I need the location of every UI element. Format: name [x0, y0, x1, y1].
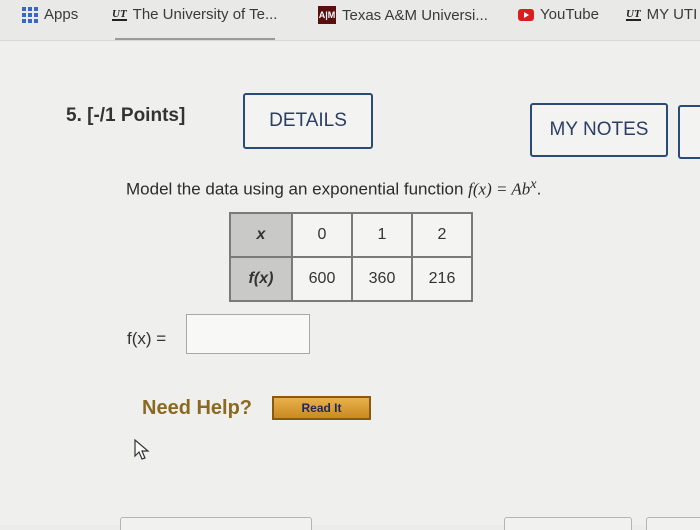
bookmark-my-uti[interactable]: UT MY UTI — [626, 6, 697, 23]
bookmark-youtube[interactable]: YouTube — [518, 6, 599, 23]
need-help-label: Need Help? — [142, 397, 253, 419]
question-number: 5. [-/1 Points] — [66, 105, 186, 126]
tamu-logo-icon: A|M — [318, 6, 336, 24]
table-cell: 216 — [411, 256, 473, 302]
table-cell: 1 — [351, 212, 413, 258]
table-row: f(x) 600 360 216 — [229, 256, 473, 302]
ut-logo-icon: UT — [112, 7, 127, 21]
answer-label: f(x) = — [127, 329, 167, 348]
apps-grid-icon — [22, 6, 38, 23]
prompt-end: . — [536, 179, 542, 199]
bottom-element-partial — [120, 517, 312, 530]
bookmark-label: YouTube — [540, 6, 599, 23]
data-table: x 0 1 2 f(x) 600 360 216 — [229, 212, 473, 302]
youtube-icon — [518, 8, 534, 21]
bookmark-hover-underline — [115, 38, 275, 40]
table-cell: 2 — [411, 212, 473, 258]
prompt-formula: f(x) = Ab — [468, 179, 531, 199]
question-prompt: Model the data using an exponential func… — [126, 176, 541, 200]
next-button-partial[interactable] — [678, 105, 700, 159]
table-row: x 0 1 2 — [229, 212, 473, 258]
bookmark-label: MY UTI — [646, 6, 698, 23]
bookmark-apps[interactable]: Apps — [22, 6, 78, 23]
bookmark-label: Texas A&M Universi... — [342, 6, 488, 24]
table-cell: 0 — [291, 212, 353, 258]
table-header-fx: f(x) — [229, 256, 293, 302]
bookmarks-bar: Apps UT The University of Te... A|M Texa… — [0, 0, 700, 41]
answer-input[interactable] — [186, 314, 310, 354]
bookmark-tamu[interactable]: A|M Texas A&M Universi... — [318, 6, 488, 24]
bookmark-apps-label: Apps — [44, 6, 79, 23]
table-header-x: x — [229, 212, 293, 258]
prompt-text: Model the data using an exponential func… — [126, 179, 469, 199]
table-cell: 360 — [351, 256, 413, 302]
bookmark-ut[interactable]: UT The University of Te... — [112, 6, 277, 23]
bottom-element-partial — [646, 517, 700, 530]
mouse-cursor-icon — [134, 439, 150, 460]
read-it-button[interactable]: Read It — [272, 396, 371, 420]
ut-logo-icon: UT — [626, 7, 641, 21]
question-page: 5. [-/1 Points] DETAILS MY NOTES Model t… — [0, 41, 700, 525]
details-button[interactable]: DETAILS — [243, 93, 373, 149]
bookmark-label: The University of Te... — [132, 6, 278, 23]
table-cell: 600 — [291, 256, 353, 302]
my-notes-button[interactable]: MY NOTES — [530, 103, 668, 157]
bottom-element-partial — [504, 517, 632, 530]
